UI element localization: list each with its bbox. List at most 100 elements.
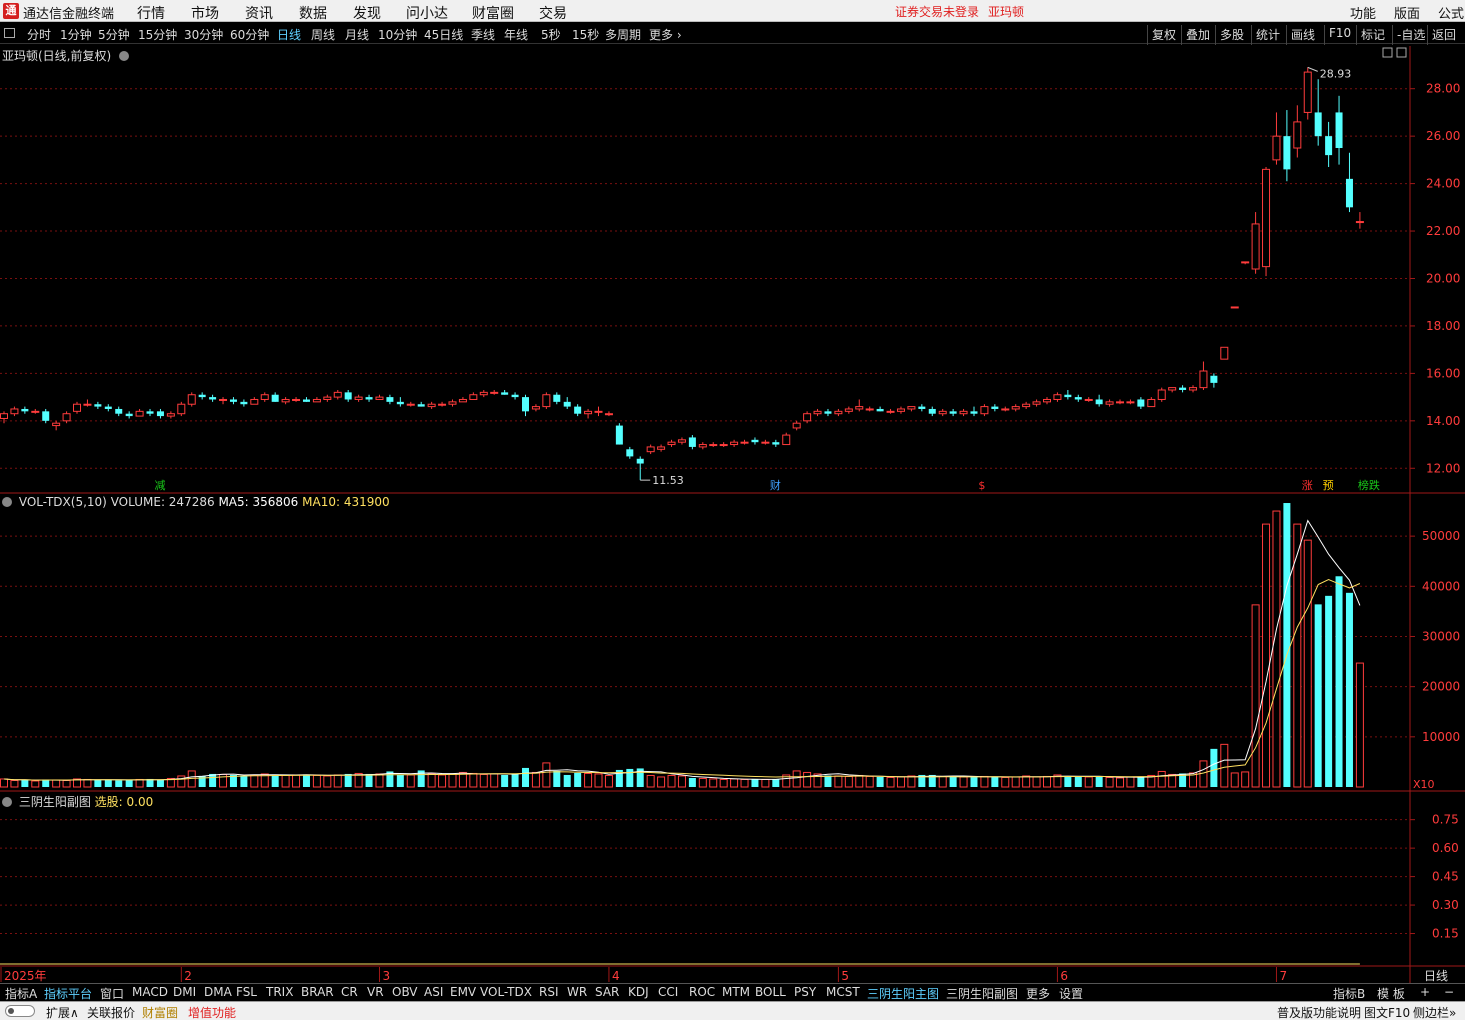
menu-quotes[interactable]: 行情 bbox=[137, 3, 165, 23]
indicator-tab[interactable]: EMV bbox=[450, 985, 476, 999]
chart-tool-button[interactable]: 多股 bbox=[1220, 26, 1244, 43]
indicator-right-button[interactable]: − bbox=[1444, 985, 1454, 999]
status-value-added[interactable]: 增值功能 bbox=[188, 1004, 236, 1020]
status-expand[interactable]: 扩展∧ bbox=[46, 1004, 79, 1020]
extension-toggle-icon[interactable] bbox=[5, 1005, 35, 1017]
menu-layout[interactable]: 版面 bbox=[1394, 3, 1420, 22]
indicator-tab[interactable]: 指标A bbox=[5, 985, 37, 1002]
indicator-tab[interactable]: CR bbox=[341, 985, 358, 999]
indicator-tab[interactable]: ROC bbox=[689, 985, 715, 999]
minimize-panel-icon[interactable] bbox=[1382, 47, 1393, 58]
chart-tool-button[interactable]: -自选 bbox=[1397, 26, 1425, 43]
menu-news[interactable]: 资讯 bbox=[245, 3, 273, 23]
maximize-panel-icon[interactable] bbox=[1396, 47, 1407, 58]
indicator-tab[interactable]: 三阴生阳副图 bbox=[946, 985, 1018, 1002]
chevron-down-icon[interactable] bbox=[119, 51, 130, 61]
indicator-tab[interactable]: MCST bbox=[826, 985, 860, 999]
menu-wealth-circle[interactable]: 财富圈 bbox=[472, 3, 514, 23]
volume-indicator-name[interactable]: VOL-TDX(5,10) bbox=[19, 495, 107, 509]
indicator-tab[interactable]: TRIX bbox=[266, 985, 293, 999]
menu-market[interactable]: 市场 bbox=[191, 3, 219, 23]
indicator-tab[interactable]: WR bbox=[567, 985, 587, 999]
event-marker[interactable]: 榜跌 bbox=[1358, 478, 1380, 492]
indicator-tab[interactable]: DMA bbox=[204, 985, 232, 999]
period-tab[interactable]: 15分钟 bbox=[138, 26, 177, 43]
indicator-tab[interactable]: ASI bbox=[424, 985, 443, 999]
period-tab[interactable]: 多周期 bbox=[605, 26, 641, 43]
indicator-tab[interactable]: 三阴生阳主图 bbox=[867, 985, 939, 1002]
indicator-tab[interactable]: 窗口 bbox=[100, 985, 124, 1002]
period-tab[interactable]: 5秒 bbox=[541, 26, 561, 43]
event-marker[interactable]: $ bbox=[978, 479, 985, 492]
menu-data[interactable]: 数据 bbox=[299, 3, 327, 23]
period-tab[interactable]: 月线 bbox=[345, 26, 369, 43]
status-f10[interactable]: 图文F10 bbox=[1364, 1004, 1410, 1020]
indicator-right-button[interactable]: + bbox=[1420, 985, 1430, 999]
indicator-right-button[interactable]: 模 板 bbox=[1377, 985, 1405, 1002]
period-tab[interactable]: 15秒 bbox=[572, 26, 599, 43]
indicator-tab[interactable]: DMI bbox=[173, 985, 196, 999]
status-edition-info[interactable]: 普及版功能说明 bbox=[1277, 1004, 1361, 1020]
status-wealth-circle[interactable]: 财富圈 bbox=[142, 1004, 178, 1020]
chart-tool-button[interactable]: 返回 bbox=[1432, 26, 1456, 43]
volume-panel-title: VOL-TDX(5,10) VOLUME: 247286 MA5: 356806… bbox=[2, 495, 390, 509]
price-axis-label: 20.00 bbox=[1426, 271, 1460, 285]
status-related-quotes[interactable]: 关联报价 bbox=[87, 1004, 135, 1020]
indicator-tab[interactable]: RSI bbox=[539, 985, 559, 999]
indicator-tab[interactable]: 更多 bbox=[1026, 985, 1050, 1002]
indicator-tab[interactable]: PSY bbox=[794, 985, 816, 999]
indicator-tab[interactable]: 设置 bbox=[1059, 985, 1083, 1002]
indicator-right-button[interactable]: 指标B bbox=[1333, 985, 1365, 1002]
period-tab[interactable]: 分时 bbox=[27, 26, 51, 43]
period-tab[interactable]: 周线 bbox=[311, 26, 335, 43]
chevron-down-icon[interactable] bbox=[2, 497, 12, 507]
chart-tool-button[interactable]: 复权 bbox=[1152, 26, 1176, 43]
menu-ask-xiaoda[interactable]: 问小达 bbox=[406, 3, 448, 23]
chart-area[interactable]: 28.00 26.00 24.00 22.00 20.00 18.00 16.00 14.00… bbox=[0, 44, 1465, 983]
indicator-tab[interactable]: BOLL bbox=[755, 985, 786, 999]
period-tab[interactable]: 季线 bbox=[471, 26, 495, 43]
panel-toggle-icon[interactable] bbox=[4, 28, 15, 38]
chart-tool-button[interactable]: F10 bbox=[1329, 26, 1351, 40]
indicator-tab[interactable]: CCI bbox=[658, 985, 678, 999]
event-marker[interactable]: 财 bbox=[770, 478, 781, 492]
period-tab[interactable]: 年线 bbox=[504, 26, 528, 43]
chart-tool-button[interactable]: 统计 bbox=[1256, 26, 1280, 43]
period-tab[interactable]: 更多 › bbox=[649, 26, 682, 43]
indicator-tab[interactable]: MTM bbox=[722, 985, 750, 999]
chart-tool-button[interactable]: 画线 bbox=[1291, 26, 1315, 43]
login-status[interactable]: 证券交易未登录 bbox=[895, 3, 979, 20]
period-tab[interactable]: 45日线 bbox=[424, 26, 463, 43]
period-tab[interactable]: 60分钟 bbox=[230, 26, 269, 43]
chevron-down-icon[interactable] bbox=[2, 797, 12, 807]
event-marker[interactable]: 减 bbox=[154, 479, 165, 492]
event-marker[interactable]: 涨 bbox=[1302, 479, 1313, 492]
indicator-tab[interactable]: SAR bbox=[595, 985, 619, 999]
period-tab[interactable]: 10分钟 bbox=[378, 26, 417, 43]
indicator-tab[interactable]: KDJ bbox=[628, 985, 649, 999]
menu-formula[interactable]: 公式 bbox=[1438, 3, 1464, 22]
candle-body-down bbox=[229, 399, 237, 402]
menu-discover[interactable]: 发现 bbox=[353, 3, 381, 23]
indicator-tab[interactable]: VOL-TDX bbox=[480, 985, 532, 999]
period-tab[interactable]: 日线 bbox=[277, 26, 301, 43]
indicator-tab[interactable]: OBV bbox=[392, 985, 418, 999]
menu-trade[interactable]: 交易 bbox=[539, 3, 567, 23]
chart-tool-button[interactable]: 标记 bbox=[1361, 26, 1385, 43]
status-sidebar[interactable]: 侧边栏» bbox=[1413, 1004, 1456, 1020]
period-tab[interactable]: 30分钟 bbox=[184, 26, 223, 43]
sub-indicator-name[interactable]: 三阴生阳副图 bbox=[19, 795, 91, 809]
candle-body-up bbox=[1189, 387, 1198, 391]
menu-function[interactable]: 功能 bbox=[1350, 3, 1376, 22]
indicator-tab[interactable]: 指标平台 bbox=[44, 985, 92, 1002]
period-tab[interactable]: 1分钟 bbox=[60, 26, 92, 43]
indicator-tab[interactable]: FSL bbox=[236, 985, 257, 999]
candle-body-down bbox=[42, 411, 50, 421]
event-marker[interactable]: 预 bbox=[1323, 479, 1334, 492]
volume-bar-down bbox=[1283, 503, 1291, 787]
period-tab[interactable]: 5分钟 bbox=[98, 26, 130, 43]
indicator-tab[interactable]: VR bbox=[367, 985, 384, 999]
indicator-tab[interactable]: BRAR bbox=[301, 985, 334, 999]
indicator-tab[interactable]: MACD bbox=[132, 985, 168, 999]
chart-tool-button[interactable]: 叠加 bbox=[1186, 26, 1210, 43]
